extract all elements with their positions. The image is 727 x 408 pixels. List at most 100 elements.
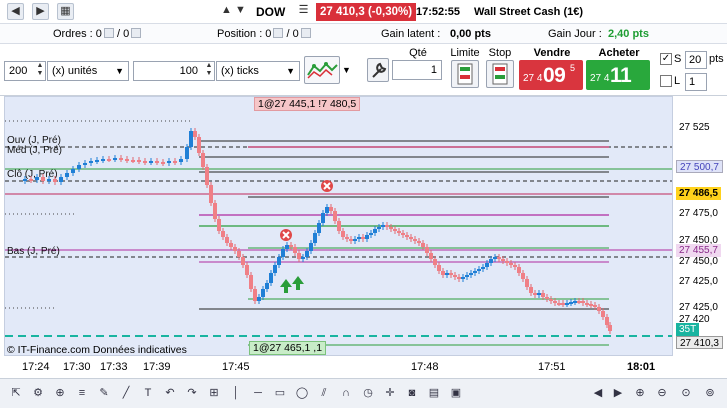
y-tick: 27 475,0	[679, 208, 718, 219]
zoom-in-icon[interactable]: ⊕	[632, 385, 648, 401]
qty-header: Qté	[409, 47, 427, 59]
ticks-stepper[interactable]: 100 ▲ ▼	[133, 61, 215, 81]
zoom-reset-icon[interactable]: ⊚	[702, 385, 718, 401]
candle-body	[549, 299, 553, 301]
buy-button[interactable]: 27 4 11	[586, 60, 650, 90]
candle-body	[233, 247, 237, 251]
candle-body	[457, 277, 461, 279]
drawing-icon[interactable]: ✎	[96, 385, 112, 401]
channel-icon[interactable]: ⫽	[316, 385, 332, 401]
crosshair-icon[interactable]: ✛	[382, 385, 398, 401]
candle-body	[209, 185, 213, 203]
scroll-left-icon[interactable]: ◀	[590, 385, 606, 401]
nav-prev-button[interactable]: ◀	[7, 3, 24, 20]
candle-body	[357, 237, 361, 239]
text-icon[interactable]: T	[140, 385, 156, 401]
candle-body	[437, 265, 441, 271]
rectangle-icon[interactable]: ▭	[272, 385, 288, 401]
window-down-icon[interactable]: ▼	[232, 3, 249, 20]
price-chart[interactable]: Ouv (J, Pré) Méd (J, Pré) Clô (J, Pré) B…	[4, 96, 673, 356]
y-tick: 27 425,0	[679, 276, 718, 287]
scroll-right-icon[interactable]: ▶	[610, 385, 626, 401]
level-low-label: Bas (J, Pré)	[7, 246, 60, 257]
fibonacci-icon[interactable]: ≡	[74, 385, 90, 401]
candle-body	[261, 289, 265, 297]
candle-body	[265, 283, 269, 289]
candle-body	[197, 137, 201, 153]
order-tag-bottom[interactable]: 1@27 465,1 ,1	[249, 341, 327, 355]
lock-icon[interactable]: ▣	[448, 385, 464, 401]
limit-checkbox[interactable]	[660, 75, 672, 87]
candle-body	[493, 257, 497, 259]
clock-icon[interactable]: ◷	[360, 385, 376, 401]
price-axis[interactable]: 27 525 27 500,7 27 486,5 27 475,0 27 450…	[673, 96, 727, 356]
time-label: 17:39	[143, 361, 171, 373]
position-info[interactable]: Position : 0 / 0	[217, 27, 311, 41]
ruler-icon[interactable]: ⊞	[206, 385, 222, 401]
limit-distance-input[interactable]: 1	[685, 73, 707, 91]
position-settings-icon[interactable]	[300, 28, 311, 38]
orders-settings-icon[interactable]	[131, 28, 142, 38]
redo-icon[interactable]: ↷	[184, 385, 200, 401]
magnet-icon[interactable]: ∩	[338, 385, 354, 401]
zoom-fit-icon[interactable]: ⊙	[678, 385, 694, 401]
candle-body	[293, 247, 297, 253]
cancel-order-icon[interactable]	[280, 229, 292, 241]
ticks-unit-select[interactable]: (x) ticks ▼	[216, 61, 300, 81]
candle-body	[417, 241, 421, 243]
time-label: 17:45	[222, 361, 250, 373]
qty-input[interactable]: 1	[392, 60, 442, 80]
sell-price-main: 09	[543, 64, 566, 87]
candle-body	[113, 158, 117, 160]
candle-body	[297, 253, 301, 259]
orders-info[interactable]: Ordres : 0 / 0	[53, 27, 142, 41]
settings-wrench-icon[interactable]	[367, 58, 389, 82]
latent-gain-label: Gain latent :	[381, 28, 441, 40]
size-spin-icon[interactable]: ▲ ▼	[36, 62, 44, 80]
nav-next-button[interactable]: ▶	[32, 3, 49, 20]
candle-body	[193, 131, 197, 137]
ellipse-icon[interactable]: ◯	[294, 385, 310, 401]
orders-clear-icon[interactable]	[103, 28, 114, 38]
print-icon[interactable]: ▤	[426, 385, 442, 401]
clock-time: 17:52:55	[416, 6, 461, 18]
order-tag-top[interactable]: 1@27 445,1 !7 480,5	[254, 97, 361, 111]
camera-icon[interactable]: ◙	[404, 385, 420, 401]
stop-distance-input[interactable]: 20	[685, 51, 707, 69]
undo-icon[interactable]: ↶	[162, 385, 178, 401]
limit-checkbox-label: L	[674, 75, 681, 87]
zoom-out-icon[interactable]: ⊖	[654, 385, 670, 401]
vertical-line-icon[interactable]: │	[228, 385, 244, 401]
objects-icon[interactable]: ⊕	[52, 385, 68, 401]
chart-canvas[interactable]: Ouv (J, Pré) Méd (J, Pré) Clô (J, Pré) B…	[5, 97, 673, 356]
list-icon[interactable]: ☰	[295, 3, 312, 20]
candle-body	[525, 279, 529, 287]
pointer-icon[interactable]: ⇱	[8, 385, 24, 401]
candle-body	[393, 229, 397, 231]
candle-body	[269, 273, 273, 283]
horizontal-line-icon[interactable]: ─	[250, 385, 266, 401]
stop-order-button[interactable]	[486, 60, 514, 88]
ticks-unit-value: (x) ticks	[221, 65, 259, 77]
cancel-order-icon[interactable]	[321, 180, 333, 192]
position-clear-icon[interactable]	[273, 28, 284, 38]
limit-order-button[interactable]	[451, 60, 479, 88]
candle-body	[349, 239, 353, 241]
strategy-chart-button[interactable]	[304, 56, 340, 84]
size-unit-select[interactable]: (x) unités ▼	[47, 61, 129, 81]
instrument-name[interactable]: DOW	[256, 4, 285, 20]
time-axis[interactable]: 17:24 17:30 17:33 17:39 17:45 17:48 17:5…	[0, 356, 727, 378]
price-change-badge: 27 410,3 (-0,30%)	[316, 3, 417, 21]
sell-button[interactable]: 27 4 09 5	[519, 60, 583, 90]
stop-checkbox[interactable]: ✓	[660, 53, 672, 65]
grid-icon[interactable]: ▦	[57, 3, 74, 20]
time-label: 17:51	[538, 361, 566, 373]
chevron-down-icon[interactable]: ▼	[341, 58, 352, 82]
ticks-spin-icon[interactable]: ▲ ▼	[205, 62, 213, 80]
trendline-icon[interactable]: ╱	[118, 385, 134, 401]
settings-icon[interactable]: ⚙	[30, 385, 46, 401]
candle-body	[513, 265, 517, 267]
time-label: 17:33	[100, 361, 128, 373]
size-stepper[interactable]: 200 ▲ ▼	[4, 61, 46, 81]
candle-body	[241, 257, 245, 265]
